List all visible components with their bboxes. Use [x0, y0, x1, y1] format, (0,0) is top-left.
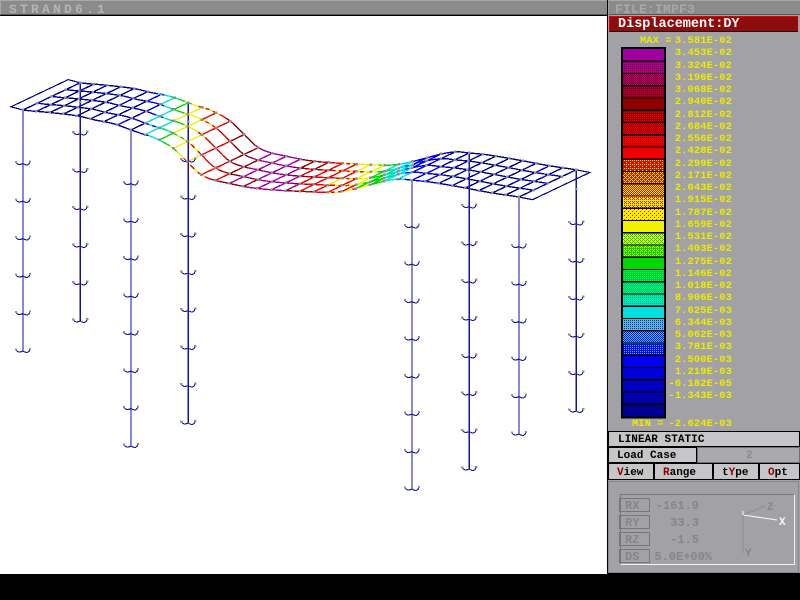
svg-text:Y: Y: [745, 548, 752, 560]
svg-text:X: X: [779, 517, 786, 529]
svg-text:Z: Z: [767, 502, 774, 514]
